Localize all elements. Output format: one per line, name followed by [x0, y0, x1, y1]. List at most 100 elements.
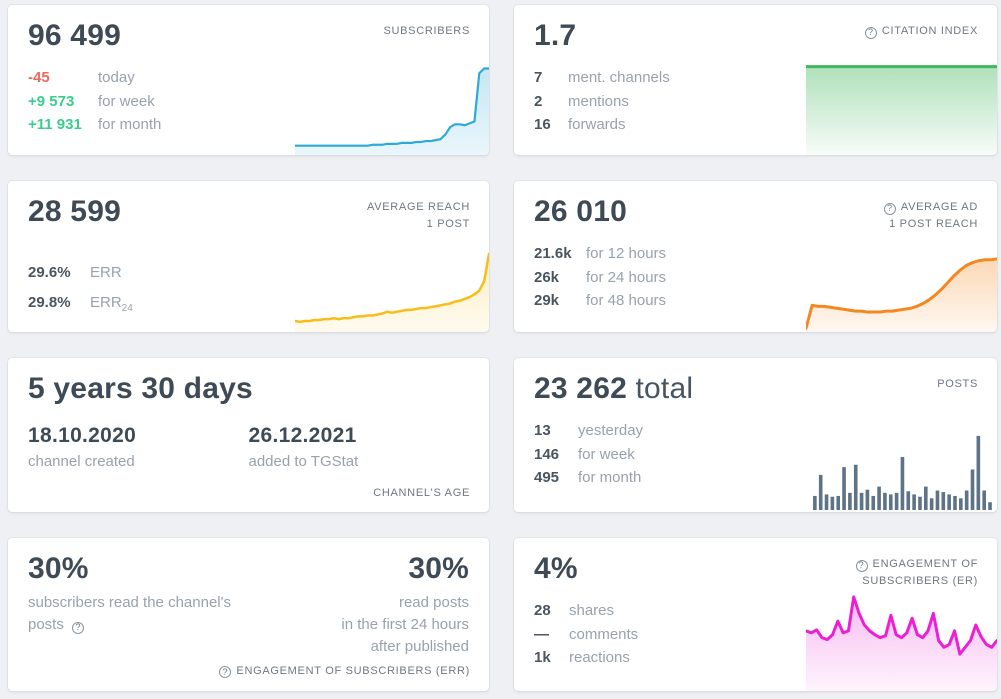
citation-index-card-title: CITATION INDEX — [865, 23, 978, 40]
er-title-line2: SUBSCRIBERS (ER) — [856, 573, 978, 590]
stat-value: 29k — [534, 289, 586, 313]
stat-row: +9 573for week — [28, 90, 489, 114]
channel-age-card: 5 years 30 days 18.10.2020 channel creat… — [8, 358, 489, 512]
stat-label: ERR — [90, 264, 122, 281]
stat-row: 29.6%ERR — [28, 261, 489, 291]
help-icon[interactable] — [219, 666, 231, 678]
err-right-caption: read posts in the first 24 hours after p… — [341, 592, 469, 658]
stat-row: 29.8%ERR24 — [28, 291, 489, 321]
stat-value: 28 — [534, 599, 569, 623]
stat-value: -45 — [28, 66, 98, 90]
stat-row: 146for week — [534, 443, 997, 467]
stat-value: 1k — [534, 646, 569, 670]
stat-row: 26kfor 24 hours — [534, 266, 997, 290]
help-icon[interactable] — [865, 27, 877, 39]
err-left-caption: subscribers read the channel's posts — [28, 592, 250, 636]
stat-row: +11 931for month — [28, 113, 489, 137]
err-right-block: 30% read posts in the first 24 hours aft… — [341, 538, 469, 658]
stat-label: reactions — [569, 649, 630, 666]
posts-stats: 13yesterday 146for week 495for month — [534, 419, 997, 490]
stat-value: 495 — [534, 466, 578, 490]
average-ad-title-line2: 1 POST REACH — [884, 216, 978, 233]
subscribers-stats: -45today +9 573for week +11 931for month — [28, 66, 489, 137]
stat-label: mentions — [568, 93, 629, 110]
stat-row: 21.6kfor 12 hours — [534, 242, 997, 266]
err-left-value: 30% — [28, 552, 250, 586]
average-ad-reach-card-title: AVERAGE AD 1 POST REACH — [884, 199, 978, 233]
stat-label: ment. channels — [568, 69, 670, 86]
channel-age-value: 5 years 30 days — [28, 372, 469, 406]
stat-label: for month — [578, 469, 641, 486]
stat-value: 21.6k — [534, 242, 586, 266]
stat-label: for 12 hours — [586, 245, 666, 262]
channel-created-caption: channel created — [28, 453, 249, 470]
stat-label: for week — [98, 93, 155, 110]
stat-value: 29.6% — [28, 261, 90, 285]
average-reach-stats: 29.6%ERR 29.8%ERR24 — [28, 261, 489, 320]
er-title-line1: ENGAGEMENT OF — [873, 558, 978, 570]
subscribers-card: 96 499 SUBSCRIBERS -45today +9 573for we… — [8, 5, 489, 155]
citation-stats: 7ment. channels 2mentions 16forwards — [534, 66, 997, 137]
help-icon[interactable] — [856, 560, 868, 572]
average-ad-reach-card: 26 010 AVERAGE AD 1 POST REACH 21.6kfor … — [514, 181, 997, 332]
stat-label: comments — [569, 626, 638, 643]
average-ad-stats: 21.6kfor 12 hours 26kfor 24 hours 29kfor… — [534, 242, 997, 313]
stat-value: 13 — [534, 419, 578, 443]
stat-row: —comments — [534, 623, 997, 647]
channel-created-block: 18.10.2020 channel created — [28, 424, 249, 470]
citation-index-card-title-text: CITATION INDEX — [882, 25, 978, 37]
err-card-title-text: ENGAGEMENT OF SUBSCRIBERS (ERR) — [236, 665, 470, 677]
channel-created-date: 18.10.2020 — [28, 424, 249, 448]
stat-value: 2 — [534, 90, 568, 114]
average-ad-title-line1: AVERAGE AD — [901, 201, 978, 213]
help-icon[interactable] — [72, 622, 84, 634]
subscribers-card-title: SUBSCRIBERS — [383, 23, 470, 40]
stat-row: 13yesterday — [534, 419, 997, 443]
stat-row: 495for month — [534, 466, 997, 490]
engagement-err-card: 30% subscribers read the channel's posts… — [8, 538, 489, 691]
help-icon[interactable] — [884, 203, 896, 215]
posts-card-title: POSTS — [937, 376, 978, 393]
stat-row: 1kreactions — [534, 646, 997, 670]
posts-total-suffix: total — [636, 372, 694, 405]
posts-value-line: 23 262 total — [534, 372, 977, 406]
stat-label: for month — [98, 116, 161, 133]
average-reach-card: 28 599 AVERAGE REACH 1 POST 29.6%ERR 29.… — [8, 181, 489, 332]
stat-value: — — [534, 623, 569, 647]
stat-value: 29.8% — [28, 291, 90, 315]
stat-row: 28shares — [534, 599, 997, 623]
channel-age-dates: 18.10.2020 channel created 26.12.2021 ad… — [28, 424, 469, 470]
stat-value: 146 — [534, 443, 578, 467]
posts-total-value: 23 262 — [534, 372, 627, 405]
stat-value: 7 — [534, 66, 568, 90]
stat-value: +11 931 — [28, 113, 98, 137]
added-to-tgstat-caption: added to TGStat — [249, 453, 470, 470]
posts-card-title-text: POSTS — [937, 378, 978, 390]
stat-label: ERR24 — [90, 294, 133, 311]
stat-label: shares — [569, 602, 614, 619]
channel-age-card-title: CHANNEL'S AGE — [373, 487, 470, 499]
stat-row: 29kfor 48 hours — [534, 289, 997, 313]
citation-index-card: 1.7 CITATION INDEX 7ment. channels 2ment… — [514, 5, 997, 155]
average-reach-card-title: AVERAGE REACH 1 POST — [367, 199, 470, 233]
subscribers-card-title-text: SUBSCRIBERS — [383, 25, 470, 37]
engagement-er-card: 4% ENGAGEMENT OF SUBSCRIBERS (ER) 28shar… — [514, 538, 997, 691]
er-stats: 28shares —comments 1kreactions — [534, 599, 997, 670]
stat-row: 2mentions — [534, 90, 997, 114]
stat-value: 16 — [534, 113, 568, 137]
stat-row: 16forwards — [534, 113, 997, 137]
err-content: 30% subscribers read the channel's posts… — [8, 538, 489, 658]
added-to-tgstat-block: 26.12.2021 added to TGStat — [249, 424, 470, 470]
stat-label: forwards — [568, 116, 626, 133]
err-right-value: 30% — [341, 552, 469, 586]
stat-value: 26k — [534, 266, 586, 290]
average-reach-title-line1: AVERAGE REACH — [367, 199, 470, 216]
stat-value: +9 573 — [28, 90, 98, 114]
err-card-title: ENGAGEMENT OF SUBSCRIBERS (ERR) — [219, 665, 470, 679]
added-to-tgstat-date: 26.12.2021 — [249, 424, 470, 448]
er-card-title: ENGAGEMENT OF SUBSCRIBERS (ER) — [856, 556, 978, 590]
stat-label: for week — [578, 446, 635, 463]
stat-label: for 48 hours — [586, 292, 666, 309]
stat-label: today — [98, 69, 135, 86]
posts-card: 23 262 total POSTS 13yesterday 146for we… — [514, 358, 997, 512]
